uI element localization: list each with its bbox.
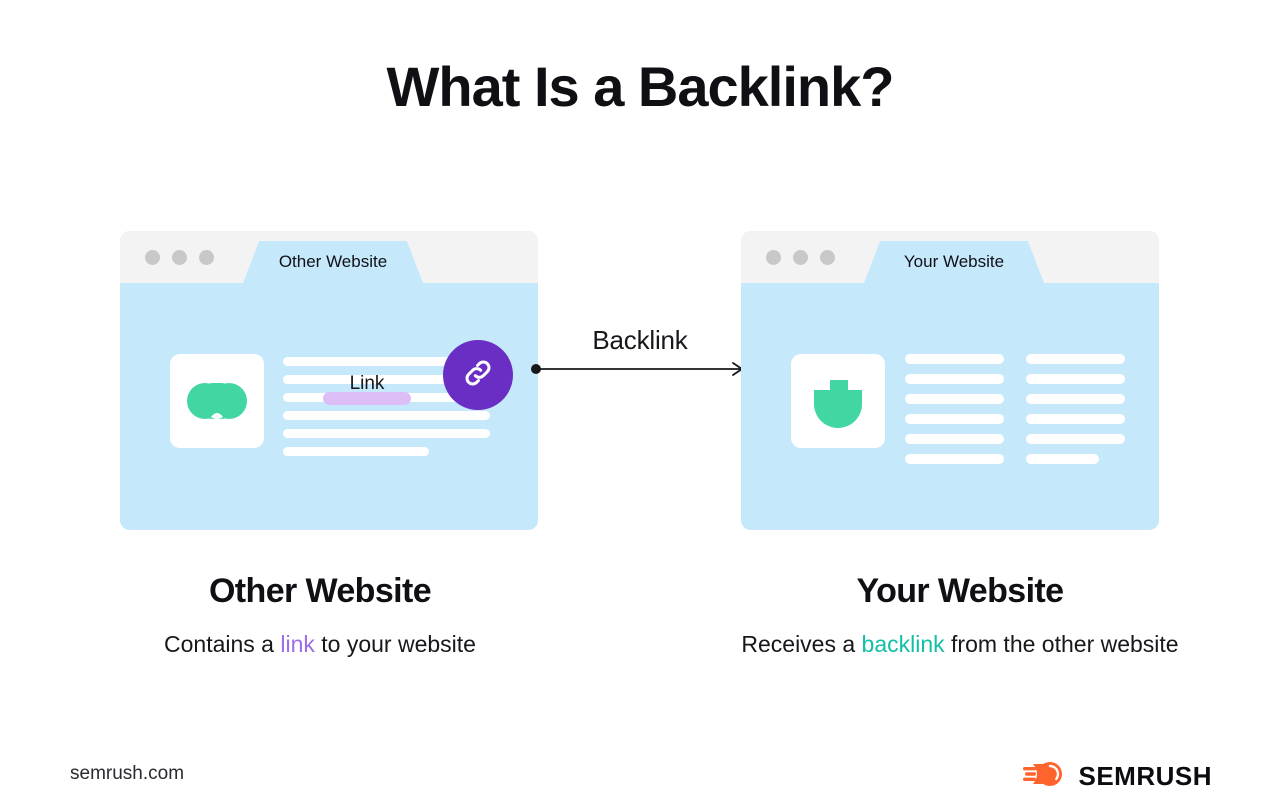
window-dot-maximize-icon[interactable]: [820, 250, 835, 265]
caption-title-right: Your Website: [856, 572, 1065, 610]
content-line: [1026, 374, 1125, 384]
caption-text-after-left: to your website: [314, 631, 476, 657]
window-dot-minimize-icon[interactable]: [793, 250, 808, 265]
content-line: [905, 374, 1004, 384]
browser-chrome-bar-left: Other Website: [120, 231, 538, 283]
browser-tab-your-website[interactable]: Your Website: [864, 241, 1044, 283]
semrush-comet-logo-icon: [1023, 760, 1067, 793]
browser-tab-other-website[interactable]: Other Website: [243, 241, 423, 283]
browser-chrome-bar-right: Your Website: [741, 231, 1159, 283]
page-title: What Is a Backlink?: [386, 55, 895, 118]
footer-site-url[interactable]: semrush.com: [70, 763, 184, 785]
content-line: [1026, 454, 1099, 464]
diagram-stage: Other Website Link Backlink Your Website: [0, 231, 1280, 531]
content-column: [905, 354, 1004, 474]
semrush-brand-lockup: SEMRUSH: [1023, 760, 1212, 793]
caption-text-before-left: Contains a: [164, 631, 281, 657]
content-line: [905, 394, 1004, 404]
window-dot-close-icon[interactable]: [766, 250, 781, 265]
window-dot-minimize-icon[interactable]: [172, 250, 187, 265]
captions-row: Other Website Contains a link to your we…: [0, 572, 1280, 658]
content-line: [905, 454, 1004, 464]
caption-highlight-link: link: [280, 631, 315, 657]
content-line: [905, 414, 1004, 424]
browser-window-other-website: Other Website Link: [120, 231, 538, 530]
caption-other-website: Other Website Contains a link to your we…: [0, 572, 640, 658]
content-line: [905, 354, 1004, 364]
chain-link-icon: [461, 356, 495, 395]
content-line: [1026, 354, 1125, 364]
double-blob-logo-icon: [170, 354, 264, 448]
content-line: [283, 411, 490, 420]
caption-text-before-right: Receives a: [741, 631, 862, 657]
browser-viewport-right: [741, 283, 1159, 530]
link-anchor-text[interactable]: Link: [323, 374, 411, 393]
content-line: [1026, 394, 1125, 404]
backlink-connector-label: Backlink: [592, 325, 688, 355]
content-line: [1026, 434, 1125, 444]
backlink-connector: Backlink: [530, 325, 750, 419]
window-dot-close-icon[interactable]: [145, 250, 160, 265]
browser-window-your-website: Your Website: [741, 231, 1159, 530]
browser-viewport-left: Link: [120, 283, 538, 530]
caption-your-website: Your Website Receives a backlink from th…: [640, 572, 1280, 658]
caption-text-after-right: from the other website: [944, 631, 1179, 657]
caption-subtitle-left: Contains a link to your website: [0, 631, 640, 658]
content-column: [1026, 354, 1125, 474]
window-controls-left: [145, 250, 214, 265]
shield-logo-icon: [791, 354, 885, 448]
chain-link-badge[interactable]: [443, 340, 513, 410]
site-logo-card-left: [170, 354, 264, 448]
caption-subtitle-right: Receives a backlink from the other websi…: [640, 631, 1280, 658]
content-line: [905, 434, 1004, 444]
window-dot-maximize-icon[interactable]: [199, 250, 214, 265]
browser-tab-label-right: Your Website: [903, 252, 1005, 271]
site-logo-card-right: [791, 354, 885, 448]
browser-tab-label-left: Other Website: [278, 252, 388, 271]
backlink-arrow-icon: [531, 362, 743, 376]
caption-title-left: Other Website: [208, 572, 432, 610]
content-columns-right: [905, 354, 1125, 474]
content-line: [283, 429, 490, 438]
content-line: [1026, 414, 1125, 424]
caption-highlight-backlink: backlink: [861, 631, 945, 657]
semrush-wordmark: SEMRUSH: [1078, 761, 1212, 791]
content-line: [283, 447, 429, 456]
window-controls-right: [766, 250, 835, 265]
